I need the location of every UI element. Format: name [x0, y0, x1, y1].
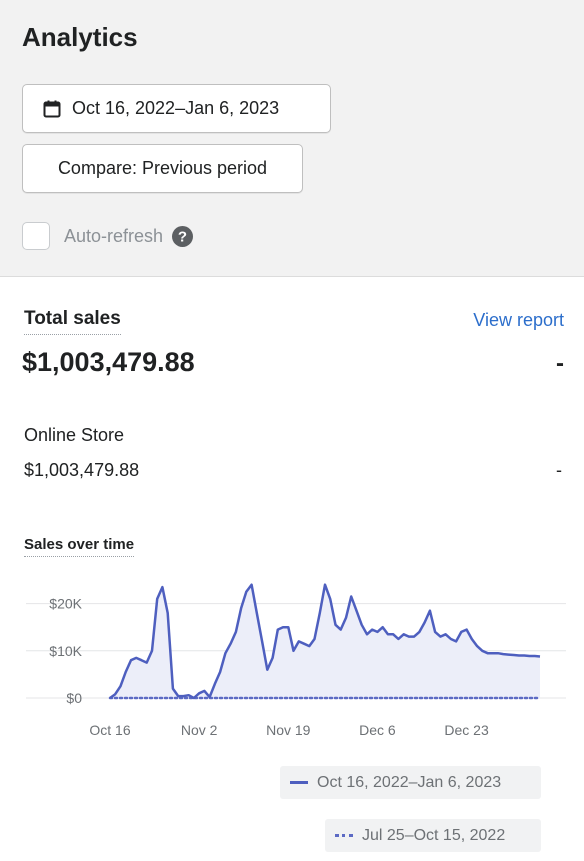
total-sales-value: $1,003,479.88: [22, 347, 195, 377]
channel-name: Online Store: [24, 425, 125, 445]
view-report-link[interactable]: View report: [473, 310, 564, 331]
current-period-area: [110, 584, 540, 698]
y-tick-label: $10K: [49, 643, 82, 659]
calendar-icon: [43, 100, 61, 118]
total-sales-change: -: [556, 350, 564, 377]
legend-solid-line-swatch: [290, 781, 308, 784]
y-tick-label: $0: [66, 690, 82, 706]
sales-over-time-chart: $20K $10K $0 Oct 16 Nov 2 Nov 19 Dec 6 Dec 23: [26, 583, 566, 738]
page-title: Analytics: [22, 22, 138, 52]
x-tick-label: Nov 2: [181, 722, 218, 738]
help-icon[interactable]: ?: [172, 225, 194, 247]
legend-current-period[interactable]: Oct 16, 2022–Jan 6, 2023: [280, 766, 541, 799]
legend-dotted-line-swatch: [335, 834, 353, 837]
svg-text:?: ?: [178, 228, 187, 245]
legend-current-label: Oct 16, 2022–Jan 6, 2023: [317, 773, 502, 791]
channel-value: $1,003,479.88: [24, 460, 140, 480]
compare-period-label: Compare: Previous period: [57, 158, 268, 178]
y-tick-label: $20K: [49, 596, 82, 612]
x-tick-label: Nov 19: [266, 722, 311, 738]
date-range-label: Oct 16, 2022–Jan 6, 2023: [72, 98, 280, 118]
auto-refresh-checkbox[interactable]: [22, 222, 50, 250]
date-range-button[interactable]: Oct 16, 2022–Jan 6, 2023: [22, 84, 331, 133]
compare-period-button[interactable]: Compare: Previous period: [22, 144, 303, 193]
analytics-header-panel: Analytics Oct 16, 2022–Jan 6, 2023 Compa…: [0, 0, 584, 277]
auto-refresh-row: Auto-refresh ?: [22, 221, 194, 251]
x-tick-label: Dec 6: [359, 722, 396, 738]
auto-refresh-label: Auto-refresh: [64, 225, 164, 246]
total-sales-title[interactable]: Total sales: [24, 308, 121, 335]
legend-previous-period[interactable]: Jul 25–Oct 15, 2022: [325, 819, 541, 852]
channel-change: -: [556, 460, 562, 480]
chart-title[interactable]: Sales over time: [24, 536, 135, 557]
x-tick-label: Dec 23: [444, 722, 489, 738]
legend-previous-label: Jul 25–Oct 15, 2022: [362, 826, 506, 844]
x-tick-label: Oct 16: [89, 722, 130, 738]
